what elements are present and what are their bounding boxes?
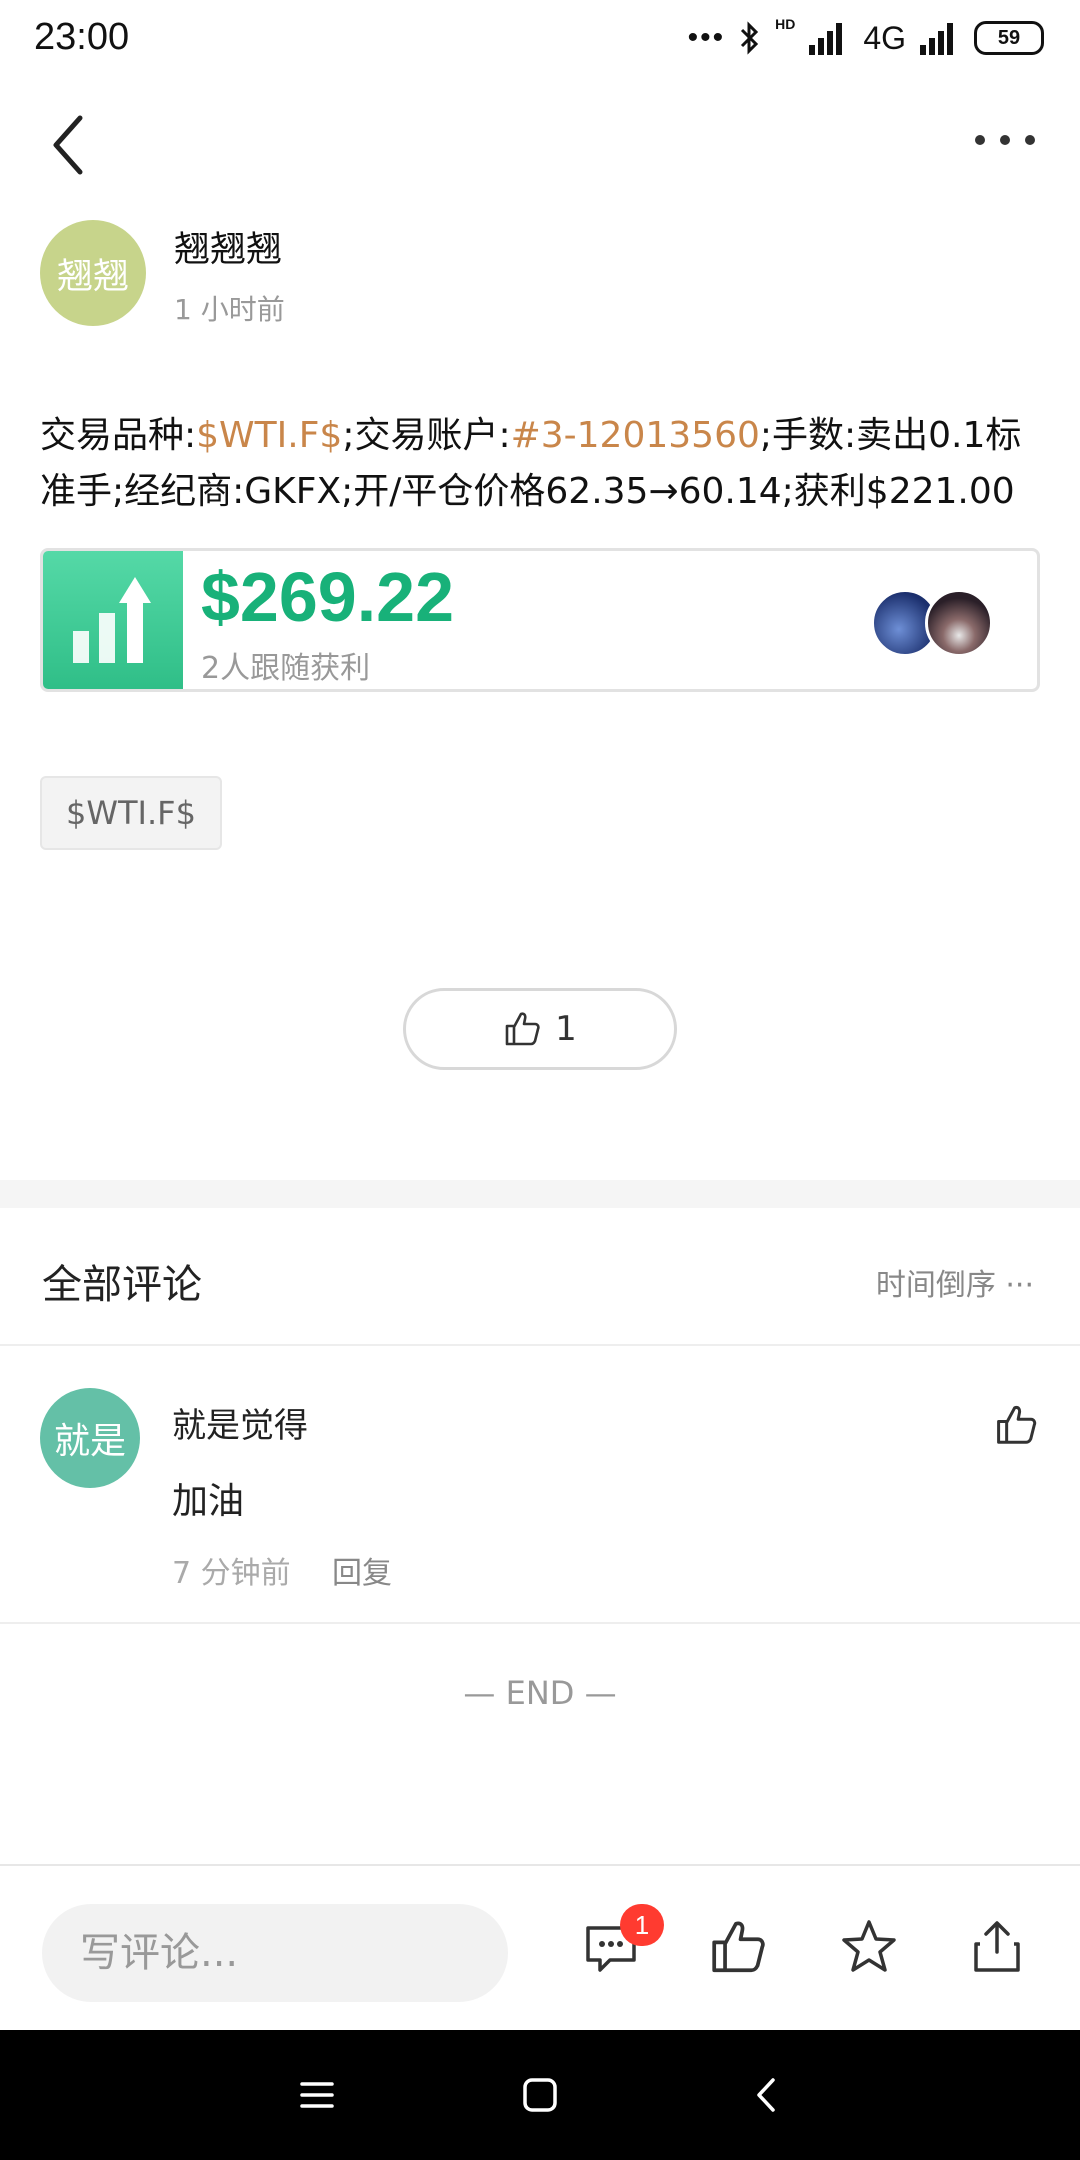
section-divider (0, 1180, 1080, 1208)
profit-card[interactable]: $269.22 2人跟随获利 (40, 548, 1040, 692)
status-icons: ••• HD 4G 59 (688, 16, 1044, 60)
battery-level: 59 (997, 26, 1021, 49)
ellipsis-icon: ··· (1005, 1268, 1034, 1303)
menu-icon[interactable] (292, 2070, 342, 2120)
status-bar: 23:00 ••• HD 4G 59 (0, 0, 1080, 78)
follower-avatars (871, 589, 1001, 657)
comments-title: 全部评论 (42, 1262, 202, 1308)
nav-back-icon[interactable] (742, 2070, 792, 2120)
network-type: 4G (863, 19, 906, 56)
author-avatar[interactable]: 翘翘 (40, 220, 146, 326)
account-link[interactable]: #3-12013560 (511, 415, 760, 456)
more-options-icon[interactable] (970, 120, 1040, 160)
post-time: 1 小时前 (174, 293, 285, 326)
home-icon[interactable] (515, 2070, 565, 2120)
like-count: 1 (555, 1009, 577, 1049)
end-marker: — END — (463, 1674, 617, 1712)
comment-text: 加油 (172, 1481, 245, 1522)
comment-count-badge: 1 (620, 1904, 664, 1946)
notification-dots-icon: ••• (687, 21, 726, 54)
sort-dropdown[interactable]: 时间倒序 ··· (876, 1260, 1034, 1304)
bluetooth-icon (741, 21, 759, 55)
post-author: 翘翘 翘翘翘 1 小时前 (40, 218, 1040, 328)
comment-input[interactable] (42, 1904, 508, 2002)
system-nav-bar (0, 2030, 1080, 2160)
comment-item: 就是 就是觉得 加油 7 分钟前 回复 (0, 1348, 1080, 1624)
comment-time: 7 分钟前 (172, 1556, 291, 1591)
star-icon[interactable] (838, 1916, 900, 1978)
hd-label: HD (775, 16, 796, 32)
followers-count: 2人跟随获利 (201, 651, 371, 686)
signal-icon (809, 23, 843, 55)
battery-icon: 59 (974, 21, 1044, 55)
post-text-segment: ;交易账户: (342, 415, 511, 456)
comments-header: 全部评论 时间倒序 ··· (0, 1208, 1080, 1346)
commenter-name[interactable]: 就是觉得 (172, 1398, 308, 1447)
comment-like-icon[interactable] (994, 1402, 1040, 1448)
thumbs-up-icon[interactable] (708, 1916, 770, 1978)
bottom-action-bar: 1 (0, 1864, 1080, 2030)
commenter-avatar[interactable]: 就是 (40, 1388, 140, 1488)
profit-chart-icon (43, 551, 183, 689)
symbol-tag[interactable]: $WTI.F$ (40, 776, 222, 850)
like-button[interactable]: 1 (403, 988, 677, 1070)
author-name[interactable]: 翘翘翘 (174, 220, 282, 272)
post-text-segment: 交易品种: (40, 415, 197, 456)
sort-label: 时间倒序 (875, 1268, 996, 1303)
back-arrow-icon[interactable] (40, 110, 100, 180)
follower-avatar (925, 589, 993, 657)
post-content: 交易品种:$WTI.F$;交易账户:#3-12013560;手数:卖出0.1标准… (40, 408, 1040, 520)
symbol-link[interactable]: $WTI.F$ (196, 415, 342, 456)
profit-amount: $269.22 (201, 558, 455, 636)
thumbs-up-icon (505, 1012, 540, 1046)
signal-icon-2 (920, 23, 953, 55)
share-icon[interactable] (966, 1916, 1028, 1978)
status-time: 23:00 (34, 16, 130, 58)
top-bar (0, 90, 1080, 200)
reply-button[interactable]: 回复 (332, 1548, 392, 1592)
